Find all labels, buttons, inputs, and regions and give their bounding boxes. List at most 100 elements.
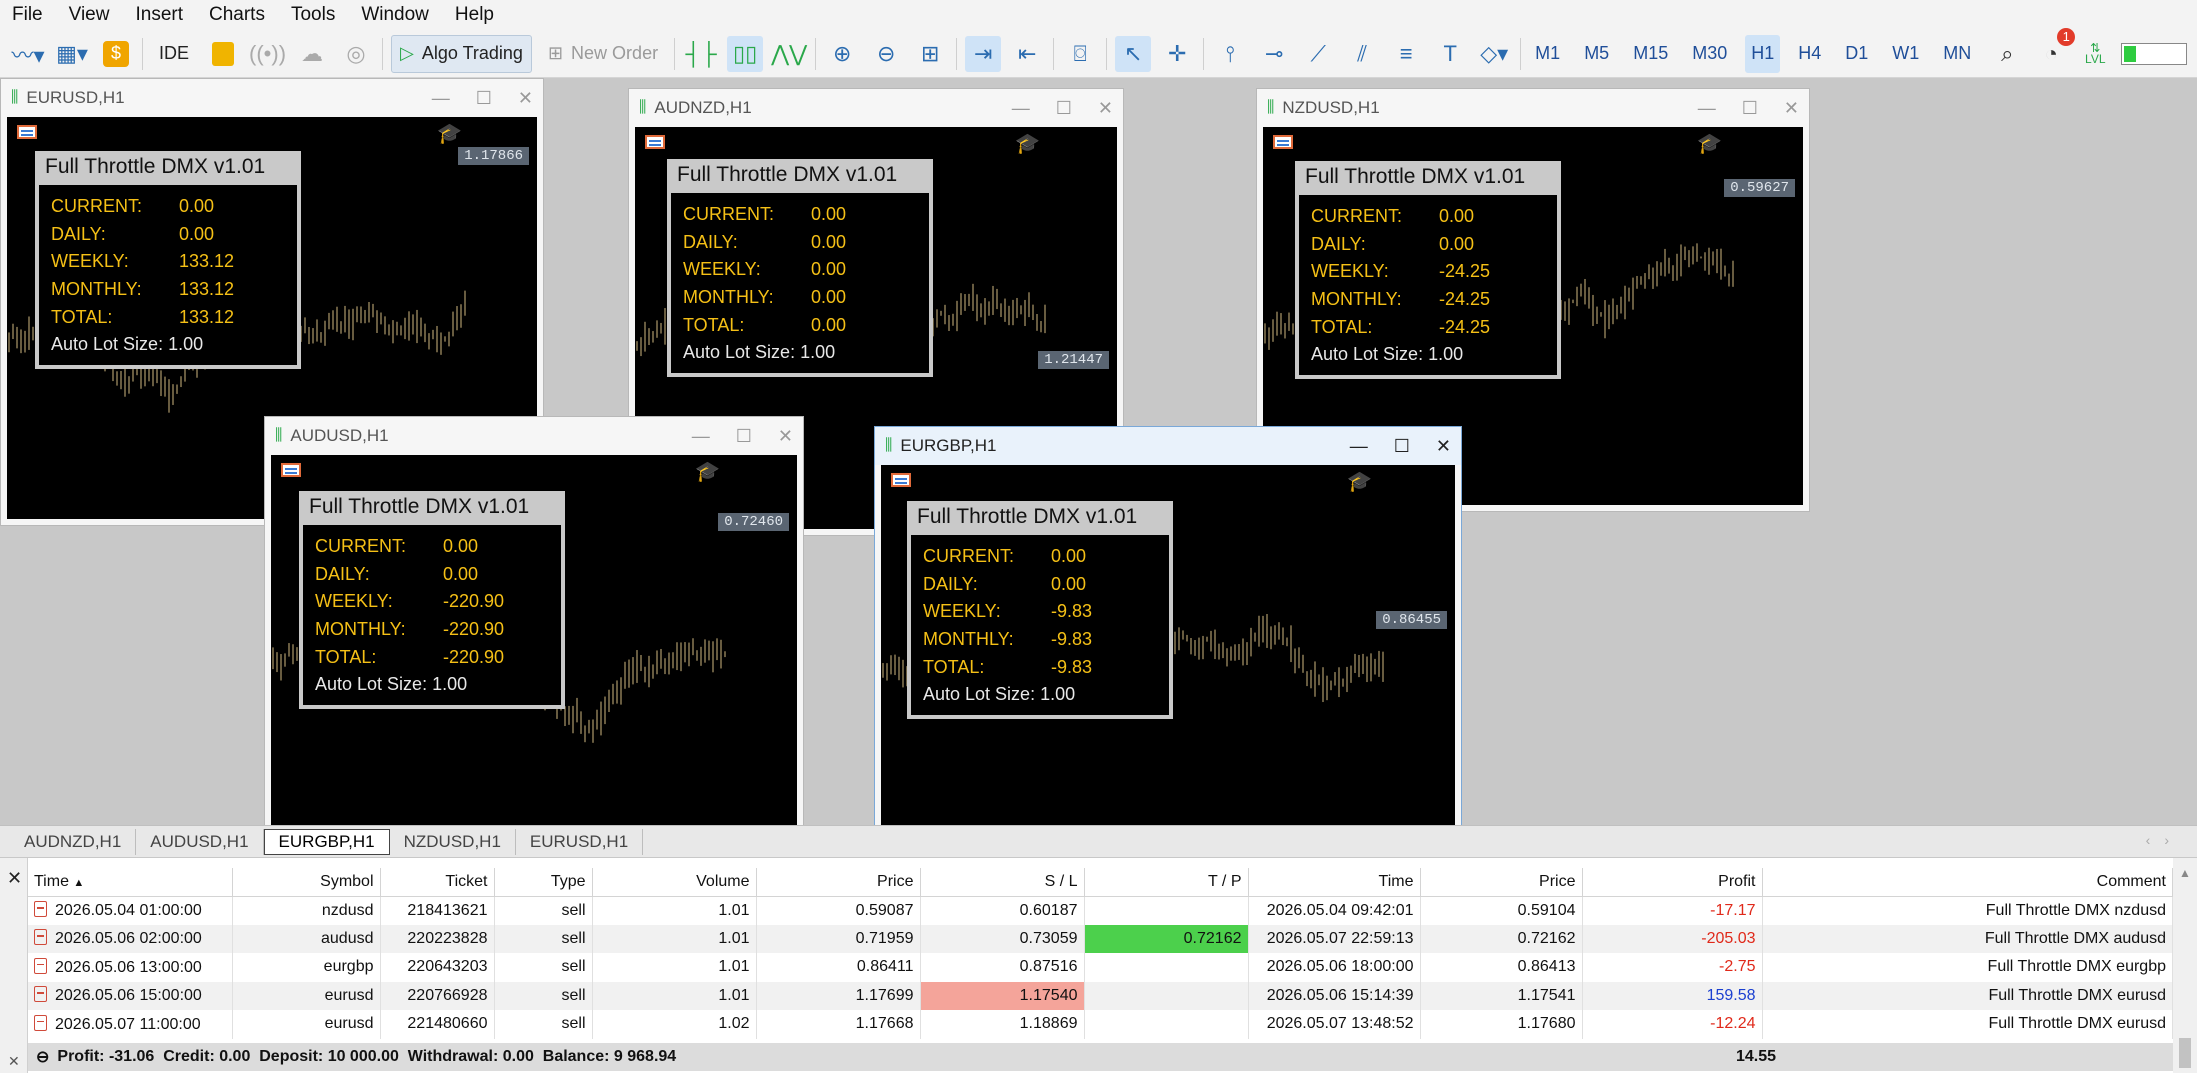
vertical-scrollbar[interactable]: ▲ (2173, 858, 2197, 1073)
trendline-icon[interactable]: ⟋ (1300, 36, 1336, 72)
vps-icon[interactable]: ◎ (338, 36, 374, 72)
close-icon[interactable]: ✕ (1436, 436, 1451, 457)
profiles-icon[interactable]: ▦▾ (54, 36, 90, 72)
maximize-icon[interactable]: ☐ (736, 426, 752, 447)
search-icon[interactable]: ⌕ (1989, 36, 2025, 72)
scroll-up-icon[interactable]: ▲ (2179, 866, 2191, 880)
chart-tab-audnzd[interactable]: AUDNZD,H1 (10, 828, 137, 855)
bar-chart-icon[interactable]: ┤├ (683, 36, 719, 72)
menu-help[interactable]: Help (449, 0, 514, 30)
timeframe-d1[interactable]: D1 (1839, 35, 1874, 73)
timeframe-m5[interactable]: M5 (1578, 35, 1615, 73)
window-titlebar[interactable]: ⫼ NZDUSD,H1 — ☐ ✕ (1257, 89, 1809, 127)
column-header-ticket[interactable]: Ticket (380, 868, 495, 897)
table-row[interactable]: 2026.05.06 15:00:00 eurusd 220766928 sell 1.… (28, 981, 2173, 1010)
column-header-volume[interactable]: Volume (592, 868, 757, 897)
menu-file[interactable]: File (6, 0, 63, 30)
column-header-profit[interactable]: Profit (1582, 868, 1763, 897)
timeframe-m15[interactable]: M15 (1627, 35, 1674, 73)
close-icon[interactable]: ✕ (1784, 98, 1799, 119)
new-chart-icon[interactable]: 〰▾ (10, 36, 46, 72)
zoom-out-icon[interactable]: ⊖ (868, 36, 904, 72)
table-row[interactable]: 2026.05.06 02:00:00 audusd 220223828 sell 1.… (28, 924, 2173, 953)
vertical-line-icon[interactable]: ⫯ (1212, 36, 1248, 72)
column-header-close-time[interactable]: Time (1248, 868, 1421, 897)
timeframe-m1[interactable]: M1 (1529, 35, 1566, 73)
signal-icon[interactable]: ((•)) (249, 36, 286, 72)
channel-icon[interactable]: ⫽ (1344, 36, 1380, 72)
algo-trading-button[interactable]: ▷ Algo Trading (391, 34, 532, 73)
shopping-bag-icon[interactable] (205, 36, 241, 72)
table-row[interactable]: 2026.05.04 01:00:00 nzdusd 218413621 sell 1.… (28, 896, 2173, 925)
price-chart[interactable]: 🎓 0.86455 Full Throttle DMX v1.01 CURREN… (881, 465, 1455, 825)
chart-window-audusd[interactable]: ⫼ AUDUSD,H1 — ☐ ✕ 🎓 0.72460 Full Throttle … (264, 416, 804, 825)
cloud-icon[interactable]: ☁ (294, 36, 330, 72)
menu-insert[interactable]: Insert (129, 0, 203, 30)
column-header-comment[interactable]: Comment (1762, 868, 2173, 897)
grid-icon[interactable]: ⊞ (912, 36, 948, 72)
timeframe-m30[interactable]: M30 (1686, 35, 1733, 73)
column-header-type[interactable]: Type (494, 868, 593, 897)
menu-charts[interactable]: Charts (203, 0, 285, 30)
fibonacci-icon[interactable]: ≡ (1388, 36, 1424, 72)
column-header-close-price[interactable]: Price (1420, 868, 1583, 897)
horizontal-line-icon[interactable]: ⊸ (1256, 36, 1292, 72)
minimize-icon[interactable]: — (1698, 98, 1716, 119)
collapse-icon[interactable]: ⊖ (36, 1047, 49, 1067)
chart-tab-eurusd[interactable]: EURUSD,H1 (516, 828, 644, 855)
timeframe-mn[interactable]: MN (1937, 35, 1977, 73)
notifications-icon[interactable]: ◔ 1 (2033, 27, 2076, 72)
timeframe-h4[interactable]: H4 (1792, 35, 1827, 73)
maximize-icon[interactable]: ☐ (1056, 98, 1072, 119)
shapes-icon[interactable]: ◇▾ (1476, 36, 1512, 72)
tab-scroll-arrows[interactable]: ‹› (2146, 832, 2183, 848)
window-titlebar[interactable]: ⫼ EURUSD,H1 — ☐ ✕ (1, 79, 543, 117)
cursor-icon[interactable]: ↖ (1115, 35, 1152, 72)
window-titlebar[interactable]: ⫼ AUDUSD,H1 — ☐ ✕ (265, 417, 803, 455)
menu-window[interactable]: Window (355, 0, 449, 30)
zoom-in-icon[interactable]: ⊕ (824, 36, 860, 72)
screenshot-icon[interactable]: ⌼ (1062, 36, 1098, 72)
crosshair-icon[interactable]: ✛ (1159, 36, 1195, 72)
toolbox-toggle-icon[interactable]: ✕ (8, 1053, 20, 1070)
chart-tab-nzdusd[interactable]: NZDUSD,H1 (390, 828, 516, 855)
timeframe-h1[interactable]: H1 (1745, 34, 1781, 73)
timeframe-w1[interactable]: W1 (1886, 35, 1925, 73)
minimize-icon[interactable]: — (1350, 436, 1368, 457)
chart-shift-icon[interactable]: ⇤ (1009, 36, 1045, 72)
new-order-button[interactable]: ⊞ New Order (540, 35, 666, 73)
menu-tools[interactable]: Tools (285, 0, 355, 30)
window-titlebar[interactable]: ⫼ AUDNZD,H1 — ☐ ✕ (629, 89, 1123, 127)
table-row[interactable]: 2026.05.06 13:00:00 eurgbp 220643203 sell 1.… (28, 953, 2173, 982)
close-icon[interactable]: ✕ (518, 88, 533, 109)
window-titlebar[interactable]: ⫼ EURGBP,H1 — ☐ ✕ (875, 427, 1461, 465)
maximize-icon[interactable]: ☐ (1394, 436, 1410, 457)
line-chart-icon[interactable]: ⋀⋁ (771, 36, 807, 72)
price-chart[interactable]: 🎓 0.72460 Full Throttle DMX v1.01 CURREN… (271, 455, 797, 825)
menu-view[interactable]: View (63, 0, 130, 30)
text-tool-icon[interactable]: T (1432, 36, 1468, 72)
ide-button[interactable]: IDE (151, 35, 197, 73)
close-icon[interactable]: ✕ (7, 868, 22, 889)
minimize-icon[interactable]: — (432, 88, 450, 109)
column-header-time[interactable]: Time ▲ (28, 868, 233, 897)
maximize-icon[interactable]: ☐ (476, 88, 492, 109)
scroll-thumb[interactable] (2179, 1038, 2191, 1068)
level-icon[interactable]: ⇅ LVL (2077, 36, 2113, 72)
maximize-icon[interactable]: ☐ (1742, 98, 1758, 119)
candlestick-icon[interactable]: ▯▯ (727, 35, 764, 72)
minimize-icon[interactable]: — (692, 426, 710, 447)
table-row[interactable]: 2026.05.07 11:00:00 eurusd 221480660 sell 1.… (28, 1010, 2173, 1039)
column-header-sl[interactable]: S / L (920, 868, 1085, 897)
column-header-tp[interactable]: T / P (1084, 868, 1249, 897)
column-header-symbol[interactable]: Symbol (232, 868, 381, 897)
close-icon[interactable]: ✕ (1098, 98, 1113, 119)
autoscroll-icon[interactable]: ⇥ (965, 35, 1002, 72)
minimize-icon[interactable]: — (1012, 98, 1030, 119)
close-icon[interactable]: ✕ (778, 426, 793, 447)
chart-tab-audusd[interactable]: AUDUSD,H1 (136, 828, 264, 855)
chart-tab-eurgbp[interactable]: EURGBP,H1 (263, 828, 390, 855)
market-icon[interactable]: $ (98, 36, 134, 72)
chart-window-eurgbp[interactable]: ⫼ EURGBP,H1 — ☐ ✕ 🎓 0.86455 Full Throttle … (874, 426, 1462, 825)
column-header-price[interactable]: Price (756, 868, 921, 897)
